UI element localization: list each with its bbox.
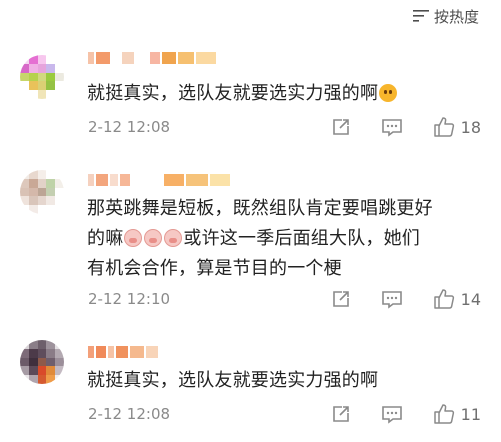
timestamp: 2-12 12:08 [88, 405, 171, 423]
username-blurred[interactable] [88, 171, 230, 189]
comment-icon [381, 291, 402, 309]
repost-icon [332, 291, 349, 307]
avatar[interactable] [20, 340, 64, 384]
thumbs-up-icon [433, 289, 454, 309]
comment-body: 就挺真实，选队友就要选实力强的啊 [87, 370, 379, 391]
comment-list: 按热度 就挺真实，选队友就要选实力强的啊 2-12 12:08 18 那英跳舞是… [0, 0, 501, 442]
like-button[interactable]: 11 [433, 403, 481, 425]
like-count: 14 [460, 289, 481, 309]
comment-fragment: 或许这一季后面组大队，她们 [183, 228, 421, 249]
flushed-face-icon [379, 84, 398, 102]
timestamp: 2-12 12:10 [88, 290, 171, 308]
repost-button[interactable] [331, 289, 351, 309]
comment-item: 就挺真实，选队友就要选实力强的啊 2-12 12:08 11 [0, 330, 501, 442]
comment-meta: 2-12 12:08 18 [88, 116, 481, 138]
comment-line: 那英跳舞是短板，既然组队肯定要唱跳更好 [87, 198, 433, 219]
comment-icon [381, 406, 402, 424]
username-blurred[interactable] [88, 49, 216, 67]
username-blurred[interactable] [88, 343, 158, 361]
comment-text: 就挺真实，选队友就要选实力强的啊 [87, 366, 473, 396]
thumbs-up-icon [433, 117, 454, 137]
comment-text: 那英跳舞是短板，既然组队肯定要唱跳更好 的嘛 或许这一季后面组大队，她们 有机会合… [87, 194, 473, 284]
repost-button[interactable] [331, 404, 351, 424]
repost-icon [332, 119, 349, 135]
avatar[interactable] [20, 55, 64, 99]
timestamp: 2-12 12:08 [88, 118, 171, 136]
like-button[interactable]: 14 [433, 288, 481, 310]
repost-button[interactable] [331, 117, 351, 137]
avatar[interactable] [20, 170, 64, 214]
pig-face-icon [164, 229, 183, 247]
like-count: 11 [460, 404, 481, 424]
comment-icon [381, 119, 402, 137]
pig-face-icon [124, 229, 143, 247]
comment-text: 就挺真实，选队友就要选实力强的啊 [87, 79, 473, 109]
comment-button[interactable] [381, 404, 403, 424]
repost-icon [332, 406, 349, 422]
comment-button[interactable] [381, 117, 403, 137]
thumbs-up-icon [433, 404, 454, 424]
like-button[interactable]: 18 [433, 116, 481, 138]
comment-line: 有机会合作，算是节目的一个梗 [87, 258, 342, 279]
comment-item: 那英跳舞是短板，既然组队肯定要唱跳更好 的嘛 或许这一季后面组大队，她们 有机会合… [0, 150, 501, 320]
like-count: 18 [460, 117, 481, 137]
comment-line: 的嘛 或许这一季后面组大队，她们 [87, 224, 473, 254]
comment-button[interactable] [381, 289, 403, 309]
pig-face-icon [144, 229, 163, 247]
comment-item: 就挺真实，选队友就要选实力强的啊 2-12 12:08 18 [0, 0, 501, 150]
comment-fragment: 的嘛 [87, 228, 124, 249]
comment-meta: 2-12 12:08 11 [88, 403, 481, 425]
comment-meta: 2-12 12:10 14 [88, 288, 481, 310]
comment-body: 就挺真实，选队友就要选实力强的啊 [87, 83, 379, 104]
